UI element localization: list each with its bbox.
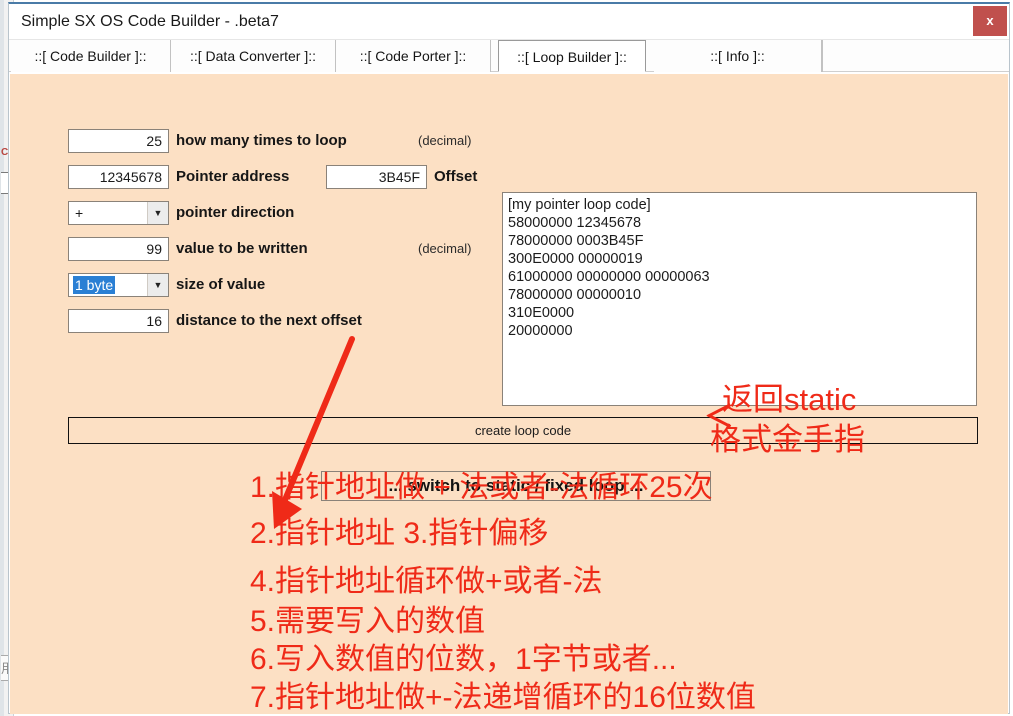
size-of-value-select[interactable]: 1 byte ▼ bbox=[68, 273, 169, 297]
annotation-note-2: 2.指针地址 3.指针偏移 bbox=[250, 517, 549, 550]
size-of-value-value: 1 byte bbox=[73, 276, 116, 294]
code-line: 300E0000 00000019 bbox=[508, 251, 643, 267]
code-line: 20000000 bbox=[508, 323, 573, 339]
tab-code-porter[interactable]: ::[ Code Porter ]:: bbox=[336, 40, 491, 72]
pointer-direction-label: pointer direction bbox=[176, 204, 295, 221]
loop-count-note: (decimal) bbox=[418, 133, 472, 148]
value-written-label: value to be written bbox=[176, 240, 308, 257]
tab-code-builder[interactable]: ::[ Code Builder ]:: bbox=[11, 40, 171, 72]
annotation-note-5: 5.需要写入的数值 bbox=[250, 605, 486, 638]
tab-loop-builder[interactable]: ::[ Loop Builder ]:: bbox=[498, 40, 646, 72]
value-written-input[interactable]: 99 bbox=[68, 237, 169, 261]
code-line: 310E0000 bbox=[508, 305, 575, 321]
pointer-address-label: Pointer address bbox=[176, 168, 290, 185]
screen-root: C 用 Simple SX OS Code Builder - .beta7 x… bbox=[0, 0, 1013, 716]
distance-next-offset-label: distance to the next offset bbox=[176, 312, 362, 329]
loop-builder-panel: 25 how many times to loop (decimal) 1234… bbox=[10, 74, 1008, 714]
tab-data-converter[interactable]: ::[ Data Converter ]:: bbox=[171, 40, 336, 72]
chevron-down-icon[interactable]: ▼ bbox=[147, 202, 168, 224]
pointer-address-input[interactable]: 12345678 bbox=[68, 165, 169, 189]
offset-label: Offset bbox=[434, 168, 478, 185]
pointer-direction-select[interactable]: + ▼ bbox=[68, 201, 169, 225]
loop-count-input[interactable]: 25 bbox=[68, 129, 169, 153]
code-line: 61000000 00000000 00000063 bbox=[508, 269, 710, 285]
code-output-textarea[interactable]: [my pointer loop code] 58000000 12345678… bbox=[502, 192, 977, 406]
offset-input[interactable]: 3B45F bbox=[326, 165, 427, 189]
title-bar: Simple SX OS Code Builder - .beta7 x bbox=[9, 4, 1009, 40]
size-of-value-label: size of value bbox=[176, 276, 266, 293]
tab-strip: ::[ Code Builder ]:: ::[ Data Converter … bbox=[9, 40, 1009, 72]
loop-count-label: how many times to loop bbox=[176, 132, 347, 149]
annotation-note-4: 4.指针地址循环做+或者-法 bbox=[250, 565, 603, 598]
distance-next-offset-input[interactable]: 16 bbox=[68, 309, 169, 333]
code-line: 58000000 12345678 bbox=[508, 215, 642, 231]
chevron-down-icon-2[interactable]: ▼ bbox=[147, 274, 168, 296]
background-window-edge bbox=[0, 0, 4, 716]
code-line: [my pointer loop code] bbox=[508, 197, 651, 213]
annotation-note-6: 6.写入数值的位数，1字节或者... bbox=[250, 643, 677, 676]
annotation-note-1: 1.指针地址做 + 法或者-法循环25次 bbox=[250, 471, 713, 504]
tab-info[interactable]: ::[ Info ]:: bbox=[654, 40, 822, 72]
static-note-line-1: 返回static bbox=[722, 382, 857, 417]
annotation-note-7: 7.指针地址做+-法递增循环的16位数值 bbox=[250, 681, 756, 714]
window-title: Simple SX OS Code Builder - .beta7 bbox=[21, 13, 279, 30]
code-line: 78000000 0003B45F bbox=[508, 233, 644, 249]
application-window: Simple SX OS Code Builder - .beta7 x ::[… bbox=[8, 2, 1010, 714]
static-note-line-2: 格式金手指 bbox=[710, 422, 865, 457]
close-icon[interactable]: x bbox=[973, 6, 1007, 36]
code-line: 78000000 00000010 bbox=[508, 287, 642, 303]
pointer-direction-value: + bbox=[75, 205, 84, 221]
value-written-note: (decimal) bbox=[418, 241, 472, 256]
tab-strip-filler bbox=[822, 40, 1008, 72]
